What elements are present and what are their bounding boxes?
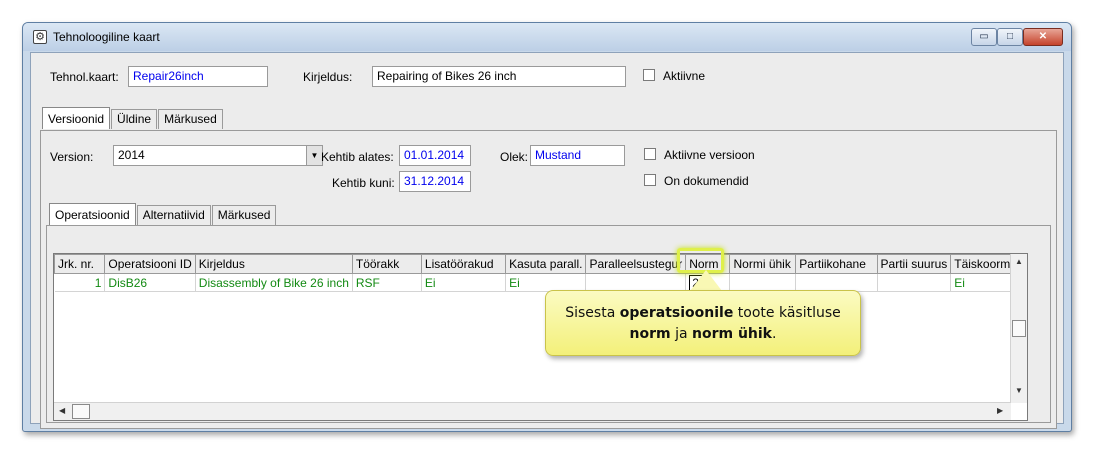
- kehtib-alates-label: Kehtib alates:: [321, 150, 394, 164]
- cell-paralleelsustegur[interactable]: [585, 273, 687, 292]
- col-normi-uhik[interactable]: Normi ühik: [729, 254, 797, 274]
- grid-header-row: Jrk. nr. Operatsiooni ID Kirjeldus Tööra…: [53, 254, 1027, 274]
- client-area: Tehnol.kaart: Repair26inch Kirjeldus: Re…: [30, 52, 1064, 429]
- minimize-button[interactable]: ▭: [971, 28, 997, 46]
- scroll-down-icon[interactable]: ▼: [1015, 386, 1023, 395]
- cell-lisatoorakud[interactable]: Ei: [421, 273, 507, 292]
- callout-bold-1: operatsioonile: [619, 305, 734, 321]
- cell-normi-uhik[interactable]: [729, 273, 797, 292]
- version-label: Version:: [50, 150, 94, 164]
- gear-icon: ⚙: [33, 30, 47, 44]
- callout-bold-3: norm ühik: [692, 326, 772, 342]
- window-title: Tehnoloogiline kaart: [53, 30, 160, 44]
- instruction-callout: Sisesta operatsioonile toote käsitluse n…: [545, 290, 861, 356]
- col-kasuta-parall[interactable]: Kasuta parall.: [505, 254, 587, 274]
- maximize-button[interactable]: □: [997, 28, 1023, 46]
- callout-text-3: ja: [670, 326, 692, 342]
- kehtib-alates-field[interactable]: 01.01.2014: [399, 145, 471, 166]
- scroll-up-icon[interactable]: ▲: [1015, 257, 1023, 266]
- horizontal-scroll-thumb[interactable]: [72, 404, 90, 419]
- kehtib-kuni-label: Kehtib kuni:: [332, 176, 395, 190]
- col-lisatoorakud[interactable]: Lisatöörakud: [420, 254, 507, 274]
- vertical-scrollbar[interactable]: ▲ ▼: [1010, 254, 1027, 403]
- aktiivne-checkbox[interactable]: [643, 69, 655, 81]
- col-partiikohane[interactable]: Partiikohane: [795, 254, 878, 274]
- callout-bold-2: norm: [629, 326, 671, 342]
- col-jrk-nr[interactable]: Jrk. nr.: [53, 254, 106, 274]
- tehnol-kaart-field[interactable]: Repair26inch: [128, 66, 268, 87]
- scroll-right-icon[interactable]: ▶: [997, 406, 1003, 415]
- vertical-scroll-thumb[interactable]: [1012, 320, 1026, 337]
- on-dokumendid-checkbox[interactable]: [644, 174, 656, 186]
- tab-alternatiivid[interactable]: Alternatiivid: [136, 205, 211, 225]
- cell-partiikohane[interactable]: [795, 273, 878, 292]
- tab-versioonid[interactable]: Versioonid: [42, 107, 111, 129]
- col-kirjeldus[interactable]: Kirjeldus: [194, 254, 353, 274]
- col-toorakk[interactable]: Töörakk: [351, 254, 422, 274]
- version-select-value: 2014: [118, 148, 145, 162]
- grid-table: Jrk. nr. Operatsiooni ID Kirjeldus Tööra…: [53, 254, 1027, 292]
- callout-text-2: toote käsitluse: [733, 305, 841, 321]
- sub-tab-strip: Operatsioonid Alternatiivid Märkused: [49, 203, 277, 225]
- horizontal-scrollbar[interactable]: ◀ ▶: [54, 402, 1011, 420]
- close-button[interactable]: ✕: [1023, 28, 1063, 46]
- app-window: ⚙ Tehnoloogiline kaart ▭ □ ✕ Tehnol.kaar…: [22, 22, 1072, 432]
- kehtib-kuni-field[interactable]: 31.12.2014: [399, 171, 471, 192]
- tab-uldine[interactable]: Üldine: [111, 109, 158, 129]
- on-dokumendid-label: On dokumendid: [664, 174, 749, 188]
- aktiivne-label: Aktiivne: [663, 69, 706, 83]
- table-row[interactable]: 1 DisB26 Disassembly of Bike 26 inch RSF…: [54, 273, 1027, 292]
- olek-label: Olek:: [500, 150, 529, 164]
- cell-kirjeldus[interactable]: Disassembly of Bike 26 inch: [195, 273, 353, 292]
- scroll-left-icon[interactable]: ◀: [59, 406, 65, 415]
- olek-field[interactable]: Mustand: [530, 145, 625, 166]
- tab-sub-markused[interactable]: Märkused: [211, 205, 277, 225]
- cell-toorakk[interactable]: RSF: [352, 273, 422, 292]
- aktiivne-versioon-label: Aktiivne versioon: [664, 148, 755, 162]
- cell-jrk-nr[interactable]: 1: [54, 273, 106, 292]
- col-partii-suurus[interactable]: Partii suurus: [876, 254, 952, 274]
- callout-pointer: [690, 270, 722, 291]
- title-bar[interactable]: ⚙ Tehnoloogiline kaart ▭ □ ✕: [23, 23, 1071, 51]
- main-tab-strip: Versioonid Üldine Märkused: [42, 107, 224, 129]
- col-operatsiooni-id[interactable]: Operatsiooni ID: [104, 254, 196, 274]
- cell-kasuta-parall[interactable]: Ei: [505, 273, 587, 292]
- chevron-down-icon[interactable]: ▼: [306, 146, 322, 165]
- cell-operatsiooni-id[interactable]: DisB26: [104, 273, 196, 292]
- kirjeldus-field[interactable]: Repairing of Bikes 26 inch: [372, 66, 626, 87]
- col-paralleelsustegur[interactable]: Paralleelsustegur: [585, 254, 687, 274]
- aktiivne-versioon-checkbox[interactable]: [644, 148, 656, 160]
- kirjeldus-label: Kirjeldus:: [303, 70, 353, 84]
- tehnol-kaart-label: Tehnol.kaart:: [50, 70, 119, 84]
- callout-text-1: Sisesta: [565, 305, 620, 321]
- callout-text-4: .: [772, 326, 777, 342]
- tab-markused[interactable]: Märkused: [158, 109, 223, 129]
- operations-grid[interactable]: Jrk. nr. Operatsiooni ID Kirjeldus Tööra…: [53, 253, 1028, 421]
- version-select[interactable]: 2014 ▼: [113, 145, 323, 166]
- cell-partii-suurus[interactable]: [877, 273, 952, 292]
- tab-operatsioonid[interactable]: Operatsioonid: [49, 203, 136, 225]
